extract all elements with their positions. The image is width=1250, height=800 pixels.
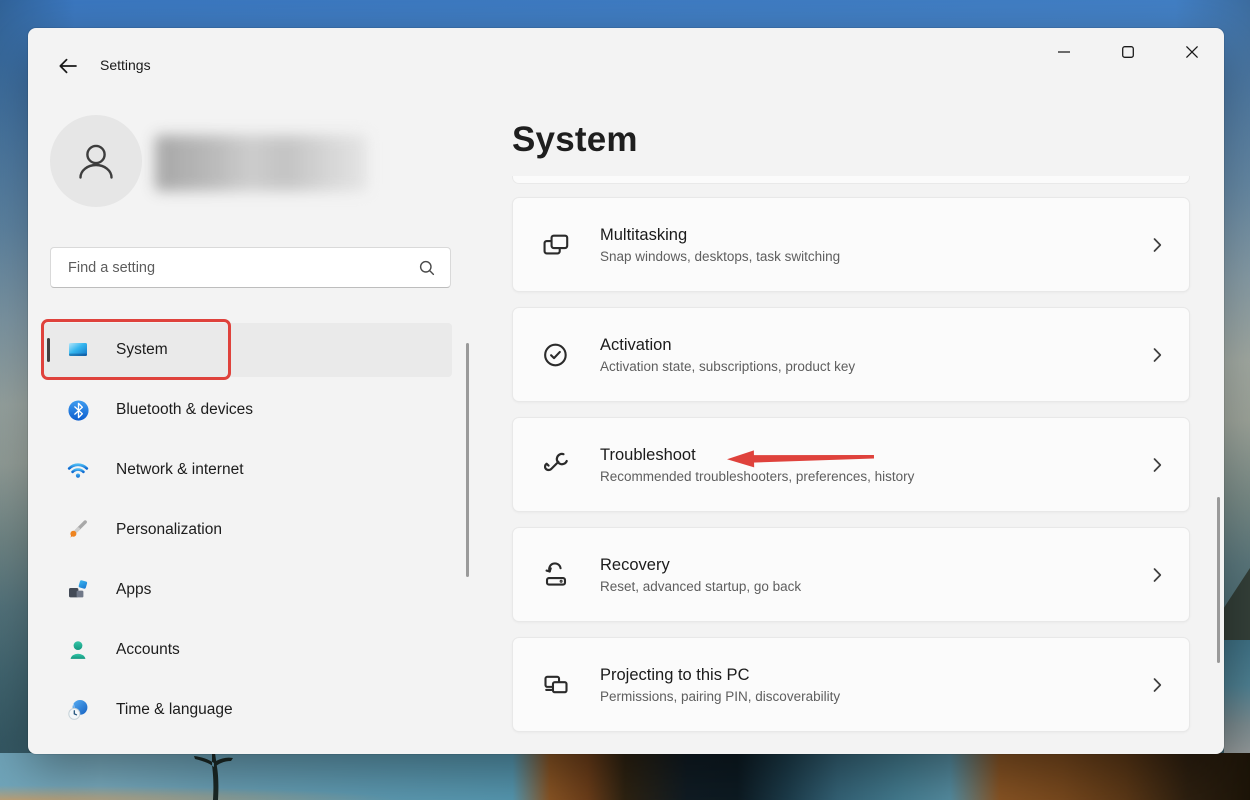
search-icon <box>419 260 435 276</box>
partial-card-above <box>512 176 1190 184</box>
apps-icon <box>66 578 90 602</box>
maximize-icon <box>1122 46 1134 58</box>
card-subtitle: Recommended troubleshooters, preferences… <box>600 468 915 484</box>
card-projecting[interactable]: Projecting to this PC Permissions, pairi… <box>512 637 1190 732</box>
search-input[interactable] <box>51 259 419 276</box>
minimize-icon <box>1058 51 1070 53</box>
sidebar-item-personalization[interactable]: Personalization <box>44 503 452 557</box>
caption-controls <box>1032 28 1224 76</box>
chevron-right-icon <box>1153 457 1162 472</box>
system-icon <box>66 338 90 362</box>
sidebar-item-label: Time & language <box>116 701 233 718</box>
page-title: System <box>512 120 638 159</box>
sidebar-scrollbar[interactable] <box>466 343 469 577</box>
user-name-redacted <box>155 135 367 191</box>
card-subtitle: Activation state, subscriptions, product… <box>600 358 856 374</box>
back-arrow-icon <box>59 58 77 74</box>
sidebar-item-accounts[interactable]: Accounts <box>44 623 452 677</box>
card-subtitle: Snap windows, desktops, task switching <box>600 248 841 264</box>
card-title: Activation <box>600 335 672 354</box>
settings-window: Settings Find a setting System Bluetooth… <box>28 28 1224 754</box>
sidebar-item-label: Apps <box>116 581 152 598</box>
paintbrush-icon <box>66 518 90 542</box>
bluetooth-icon <box>66 398 90 422</box>
sidebar-item-label: Personalization <box>116 521 222 538</box>
projecting-icon <box>541 670 571 700</box>
chevron-right-icon <box>1153 677 1162 692</box>
user-avatar[interactable] <box>50 115 142 207</box>
chevron-right-icon <box>1153 237 1162 252</box>
search-box <box>50 247 451 288</box>
main-scrollbar[interactable] <box>1217 497 1220 663</box>
sidebar-item-time-language[interactable]: Time & language <box>44 683 452 737</box>
wallpaper-tree-silhouette <box>194 753 233 800</box>
sidebar-item-bluetooth-devices[interactable]: Bluetooth & devices <box>44 383 452 437</box>
card-subtitle: Reset, advanced startup, go back <box>600 578 802 594</box>
sidebar-item-label: System <box>116 341 168 358</box>
sidebar-item-label: Bluetooth & devices <box>116 401 254 418</box>
chevron-right-icon <box>1153 347 1162 362</box>
multitasking-icon <box>541 230 571 260</box>
close-icon <box>1186 46 1198 58</box>
maximize-button[interactable] <box>1096 28 1160 76</box>
close-button[interactable] <box>1160 28 1224 76</box>
card-title: Troubleshoot <box>600 445 696 464</box>
sidebar-nav: System Bluetooth & devices Network & int… <box>44 323 452 743</box>
troubleshoot-icon <box>541 450 571 480</box>
sidebar-item-network-internet[interactable]: Network & internet <box>44 443 452 497</box>
wifi-icon <box>66 458 90 482</box>
card-recovery[interactable]: Recovery Reset, advanced startup, go bac… <box>512 527 1190 622</box>
card-multitasking[interactable]: Multitasking Snap windows, desktops, tas… <box>512 197 1190 292</box>
sidebar-item-apps[interactable]: Apps <box>44 563 452 617</box>
minimize-button[interactable] <box>1032 28 1096 76</box>
activation-icon <box>541 340 571 370</box>
selected-indicator-pill <box>47 338 50 362</box>
recovery-icon <box>541 560 571 590</box>
card-troubleshoot[interactable]: Troubleshoot Recommended troubleshooters… <box>512 417 1190 512</box>
sidebar-item-label: Accounts <box>116 641 180 658</box>
card-title: Multitasking <box>600 225 688 244</box>
card-title: Projecting to this PC <box>600 665 750 684</box>
app-title: Settings <box>100 57 151 73</box>
person-icon <box>79 144 113 179</box>
wallpaper-sea <box>1224 640 1250 753</box>
chevron-right-icon <box>1153 567 1162 582</box>
sidebar-item-system[interactable]: System <box>44 323 452 377</box>
accounts-icon <box>66 638 90 662</box>
card-subtitle: Permissions, pairing PIN, discoverabilit… <box>600 688 841 704</box>
time-language-icon <box>66 698 90 722</box>
sidebar-item-label: Network & internet <box>116 461 244 478</box>
card-activation[interactable]: Activation Activation state, subscriptio… <box>512 307 1190 402</box>
back-button[interactable] <box>50 51 86 81</box>
card-title: Recovery <box>600 555 670 574</box>
